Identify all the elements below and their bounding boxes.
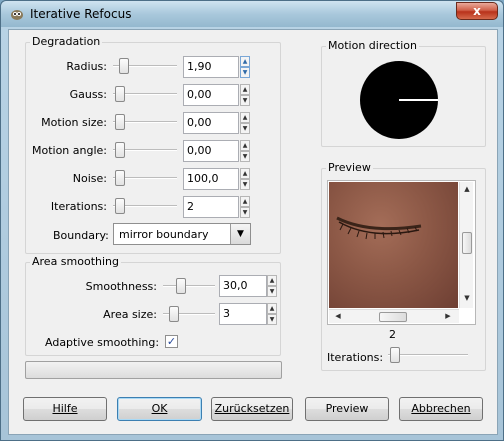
spin-up-icon[interactable]: ▲	[240, 196, 250, 207]
motion-size-spinner[interactable]: 0,00 ▲ ▼	[183, 112, 251, 134]
preview-panel: ▲ ▼ ◀ ▶	[327, 180, 476, 325]
motion-angle-spinner[interactable]: 0,00 ▲ ▼	[183, 140, 251, 162]
spin-down-icon[interactable]: ▼	[240, 207, 250, 218]
radius-slider[interactable]	[113, 58, 177, 74]
smoothness-slider[interactable]	[163, 278, 215, 294]
motion-direction-legend: Motion direction	[326, 39, 419, 52]
noise-spinner[interactable]: 100,0 ▲ ▼	[183, 168, 251, 190]
preview-vertical-scrollbar[interactable]: ▲ ▼	[459, 182, 473, 308]
chevron-down-icon[interactable]: ▼	[230, 224, 250, 244]
radius-slider-thumb[interactable]	[119, 58, 129, 74]
window-title: Iterative Refocus	[30, 7, 132, 21]
scroll-right-icon[interactable]: ▶	[441, 312, 455, 320]
spin-down-icon[interactable]: ▼	[267, 314, 277, 325]
iterations-spinner[interactable]: 2 ▲ ▼	[183, 196, 251, 218]
spin-up-icon[interactable]: ▲	[267, 275, 277, 286]
motion-angle-field[interactable]: 0,00	[183, 140, 239, 162]
spin-down-icon[interactable]: ▼	[240, 95, 250, 106]
spin-up-icon[interactable]: ▲	[240, 84, 250, 95]
motion-size-slider-thumb[interactable]	[115, 114, 125, 130]
iterations-slider-thumb[interactable]	[115, 198, 125, 214]
boundary-select[interactable]: mirror boundary ▼	[113, 223, 251, 245]
preview-button[interactable]: Preview	[305, 397, 389, 421]
smoothness-slider-thumb[interactable]	[176, 278, 186, 294]
title-bar: Iterative Refocus x	[1, 1, 503, 27]
preview-legend: Preview	[326, 161, 373, 174]
noise-slider[interactable]	[113, 170, 177, 186]
gauss-slider[interactable]	[113, 86, 177, 102]
scroll-down-icon[interactable]: ▼	[460, 294, 474, 302]
spin-down-icon[interactable]: ▼	[240, 151, 250, 162]
reset-button-label: Zurücksetzen	[214, 402, 290, 415]
area-smoothing-legend: Area smoothing	[30, 255, 122, 268]
dialog-window: Iterative Refocus x Degradation Boundary…	[0, 0, 504, 441]
radius-field[interactable]: 1,90	[183, 56, 239, 78]
noise-slider-thumb[interactable]	[115, 170, 125, 186]
ok-button[interactable]: OK	[117, 397, 202, 421]
area-size-label: Area size:	[103, 308, 157, 321]
spin-up-icon[interactable]: ▲	[240, 56, 250, 67]
adaptive-smoothing-checkbox[interactable]: ✓	[165, 335, 178, 348]
reset-button[interactable]: Zurücksetzen	[211, 397, 293, 421]
dialog-content: Degradation Boundary: mirror boundary ▼ …	[8, 29, 498, 435]
iterations-slider[interactable]	[113, 198, 177, 214]
iterations-label: Iterations:	[50, 200, 107, 213]
smoothness-spinner[interactable]: 30,0 ▲ ▼	[219, 275, 277, 297]
spin-down-icon[interactable]: ▼	[240, 67, 250, 78]
adaptive-smoothing-label: Adaptive smoothing:	[45, 336, 160, 349]
spin-up-icon[interactable]: ▲	[240, 140, 250, 151]
motion-angle-slider[interactable]	[113, 142, 177, 158]
spin-up-icon[interactable]: ▲	[267, 303, 277, 314]
preview-hscroll-thumb[interactable]	[379, 312, 407, 322]
preview-horizontal-scrollbar[interactable]: ◀ ▶	[329, 309, 459, 323]
spin-down-icon[interactable]: ▼	[240, 179, 250, 190]
area-size-slider[interactable]	[163, 306, 215, 322]
spin-down-icon[interactable]: ▼	[240, 123, 250, 134]
scroll-left-icon[interactable]: ◀	[331, 312, 345, 320]
cancel-button-label: Abbrechen	[411, 402, 471, 415]
help-button[interactable]: Hilfe	[23, 397, 107, 421]
radius-spinner[interactable]: 1,90 ▲ ▼	[183, 56, 251, 78]
preview-iterations-slider[interactable]	[388, 347, 468, 363]
gauss-label: Gauss:	[69, 88, 107, 101]
preview-iterations-value: 2	[389, 328, 396, 341]
help-button-label: Hilfe	[52, 402, 78, 415]
progress-bar	[25, 361, 282, 379]
spin-up-icon[interactable]: ▲	[240, 112, 250, 123]
preview-button-label: Preview	[325, 402, 369, 415]
ok-button-label: OK	[151, 402, 168, 415]
motion-size-slider[interactable]	[113, 114, 177, 130]
iterations-field[interactable]: 2	[183, 196, 239, 218]
preview-iterations-label: Iterations:	[327, 351, 384, 364]
boundary-value: mirror boundary	[119, 228, 209, 241]
motion-angle-label: Motion angle:	[31, 144, 107, 157]
scroll-up-icon[interactable]: ▲	[460, 185, 474, 193]
gauss-field[interactable]: 0,00	[183, 84, 239, 106]
gimp-icon	[11, 10, 23, 20]
area-size-field[interactable]: 3	[219, 303, 267, 325]
noise-label: Noise:	[72, 172, 107, 185]
degradation-legend: Degradation	[30, 35, 103, 48]
motion-size-field[interactable]: 0,00	[183, 112, 239, 134]
spin-down-icon[interactable]: ▼	[267, 286, 277, 297]
spin-up-icon[interactable]: ▲	[240, 168, 250, 179]
motion-size-label: Motion size:	[41, 116, 107, 129]
preview-iterations-slider-thumb[interactable]	[390, 347, 400, 363]
motion-direction-dial[interactable]	[359, 60, 439, 140]
noise-field[interactable]: 100,0	[183, 168, 239, 190]
smoothness-field[interactable]: 30,0	[219, 275, 267, 297]
close-button[interactable]: x	[456, 2, 498, 20]
radius-label: Radius:	[66, 60, 107, 73]
area-size-spinner[interactable]: 3 ▲ ▼	[219, 303, 277, 325]
preview-image	[329, 182, 458, 308]
smoothness-label: Smoothness:	[85, 280, 157, 293]
area-size-slider-thumb[interactable]	[169, 306, 179, 322]
boundary-label: Boundary:	[53, 229, 109, 242]
preview-vscroll-thumb[interactable]	[462, 232, 472, 254]
gauss-slider-thumb[interactable]	[115, 86, 125, 102]
gauss-spinner[interactable]: 0,00 ▲ ▼	[183, 84, 251, 106]
checkmark-icon: ✓	[166, 335, 177, 348]
motion-angle-slider-thumb[interactable]	[115, 142, 125, 158]
cancel-button[interactable]: Abbrechen	[399, 397, 483, 421]
